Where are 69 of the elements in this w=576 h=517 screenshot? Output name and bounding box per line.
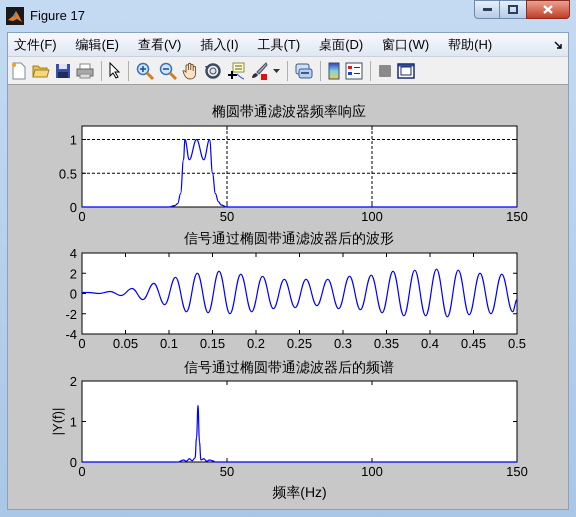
- restore-icon: [508, 5, 518, 14]
- plot-title: 信号通过椭圆带通滤波器后的波形: [184, 229, 394, 247]
- tick-label: 0: [78, 464, 86, 479]
- pointer-icon[interactable]: [109, 62, 121, 79]
- caret-icon[interactable]: [273, 68, 280, 72]
- tick-label: 0.5: [508, 336, 526, 351]
- maximize-button[interactable]: [500, 0, 526, 19]
- tick-label: 0.35: [374, 336, 400, 351]
- close-icon: [543, 5, 553, 14]
- tick-label: 0.2: [246, 336, 266, 351]
- hand-icon[interactable]: [182, 62, 199, 80]
- tick-label: 50: [220, 209, 234, 224]
- tick-label: 0.1: [160, 336, 178, 351]
- print-icon[interactable]: [76, 62, 94, 78]
- tick-label: 150: [506, 209, 528, 224]
- rotate-icon[interactable]: [204, 62, 222, 80]
- open-folder-icon[interactable]: [32, 62, 50, 78]
- tick-label: 0.15: [200, 336, 226, 351]
- tick-label: 100: [361, 209, 383, 224]
- zoom-in-icon[interactable]: [136, 62, 154, 80]
- tick-label: 2: [70, 266, 77, 282]
- y-axis-label: |Y(f)|: [50, 408, 65, 436]
- tick-label: 0.5: [58, 166, 77, 182]
- plot-title: 信号通过椭圆带通滤波器后的频谱: [184, 358, 394, 376]
- window-title: Figure 17: [30, 7, 85, 26]
- tick-label: 50: [220, 464, 234, 479]
- tick-label: 100: [361, 464, 383, 479]
- menu-item[interactable]: 插入(I): [200, 34, 239, 54]
- minimize-button[interactable]: [474, 0, 500, 19]
- tick-label: 1: [70, 414, 77, 430]
- x-axis-label: 频率(Hz): [272, 484, 327, 500]
- tick-label: 2: [70, 374, 77, 389]
- expand-arrow-icon[interactable]: [554, 40, 562, 48]
- tick-label: -4: [65, 327, 77, 342]
- link-icon[interactable]: [295, 62, 313, 80]
- zoom-out-icon[interactable]: [159, 62, 177, 80]
- tick-label: 0.3: [334, 336, 352, 351]
- square-icon[interactable]: [378, 64, 392, 78]
- tick-label: 0: [70, 200, 77, 215]
- tick-label: 0.05: [112, 336, 138, 351]
- menu-item[interactable]: 文件(F): [14, 34, 57, 54]
- minimize-icon: [482, 8, 492, 11]
- tick-label: 0.45: [460, 336, 486, 351]
- tick-label: -2: [65, 306, 77, 322]
- tick-label: 0: [70, 286, 77, 302]
- close-button[interactable]: [526, 0, 570, 19]
- brush-icon[interactable]: [250, 62, 268, 80]
- data-cursor-icon[interactable]: [227, 62, 245, 80]
- menu-item[interactable]: 查看(V): [138, 34, 182, 54]
- app-icon: [6, 7, 24, 25]
- tick-label: 4: [70, 246, 77, 261]
- tick-label: 0.25: [286, 336, 312, 351]
- menu-item[interactable]: 编辑(E): [76, 34, 119, 54]
- menu-item[interactable]: 桌面(D): [319, 34, 364, 54]
- legend-icon[interactable]: [345, 62, 363, 80]
- tick-label: 0: [70, 455, 77, 470]
- frame-icon[interactable]: [397, 62, 415, 78]
- plot-title: 椭圆带通滤波器频率响应: [212, 102, 366, 120]
- save-icon[interactable]: [55, 62, 71, 78]
- tick-label: 0.4: [420, 336, 440, 351]
- colorbar-icon[interactable]: [328, 62, 340, 80]
- new-file-icon[interactable]: [11, 62, 27, 80]
- menu-item[interactable]: 工具(T): [258, 34, 300, 54]
- tick-label: 150: [506, 464, 528, 479]
- menu-item[interactable]: 窗口(W): [382, 34, 430, 54]
- menu-item[interactable]: 帮助(H): [448, 34, 492, 54]
- tick-label: 0: [78, 336, 86, 351]
- tick-label: 0: [78, 209, 86, 224]
- tick-label: 1: [70, 132, 77, 148]
